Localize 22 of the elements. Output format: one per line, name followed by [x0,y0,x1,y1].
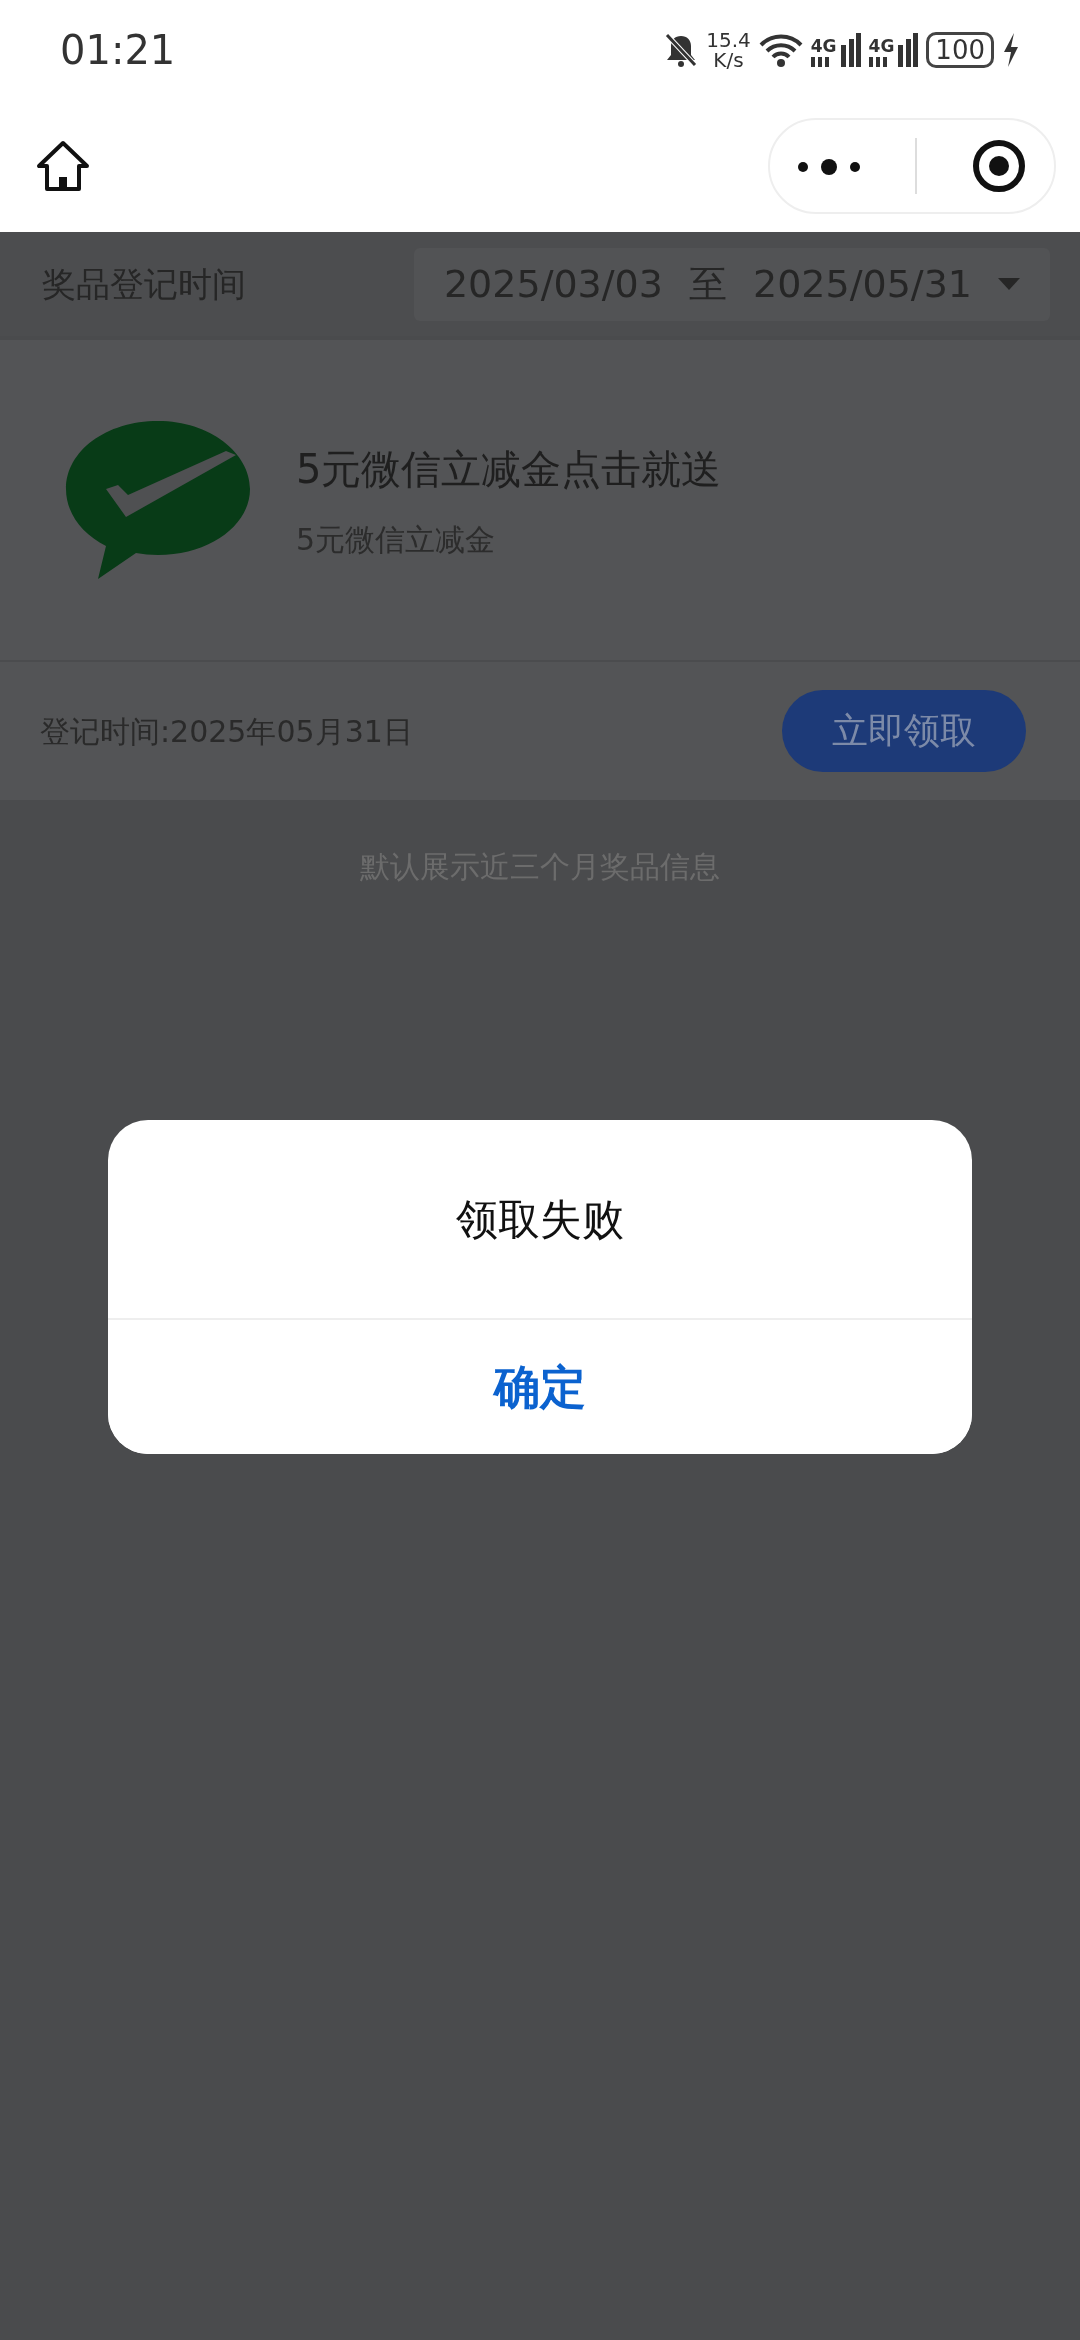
signal-dots-icon [810,55,829,67]
charging-bolt-icon [1002,33,1020,67]
wifi-icon [758,33,803,67]
close-button[interactable] [971,138,1027,194]
network-type: 4G [868,38,895,55]
dialog-message: 领取失败 [456,1193,624,1246]
signal-bars-icon [898,33,919,67]
claim-button[interactable]: 立即领取 [782,690,1026,772]
dropdown-caret-icon [998,278,1020,290]
signal-bars-icon [840,33,861,67]
network-type: 4G [810,38,837,55]
status-time: 01:21 [60,26,176,75]
home-button[interactable] [36,139,90,193]
battery-level: 100 [926,32,994,68]
network-speed-unit: K/s [712,50,745,70]
target-circle-icon [971,138,1027,194]
muted-bell-icon [664,32,699,68]
home-icon [36,139,90,193]
network-speed: 15.4 [706,30,751,50]
signal-dots-icon [868,55,887,67]
more-dots-icon [797,156,861,177]
confirm-button[interactable]: 确定 [108,1318,972,1454]
